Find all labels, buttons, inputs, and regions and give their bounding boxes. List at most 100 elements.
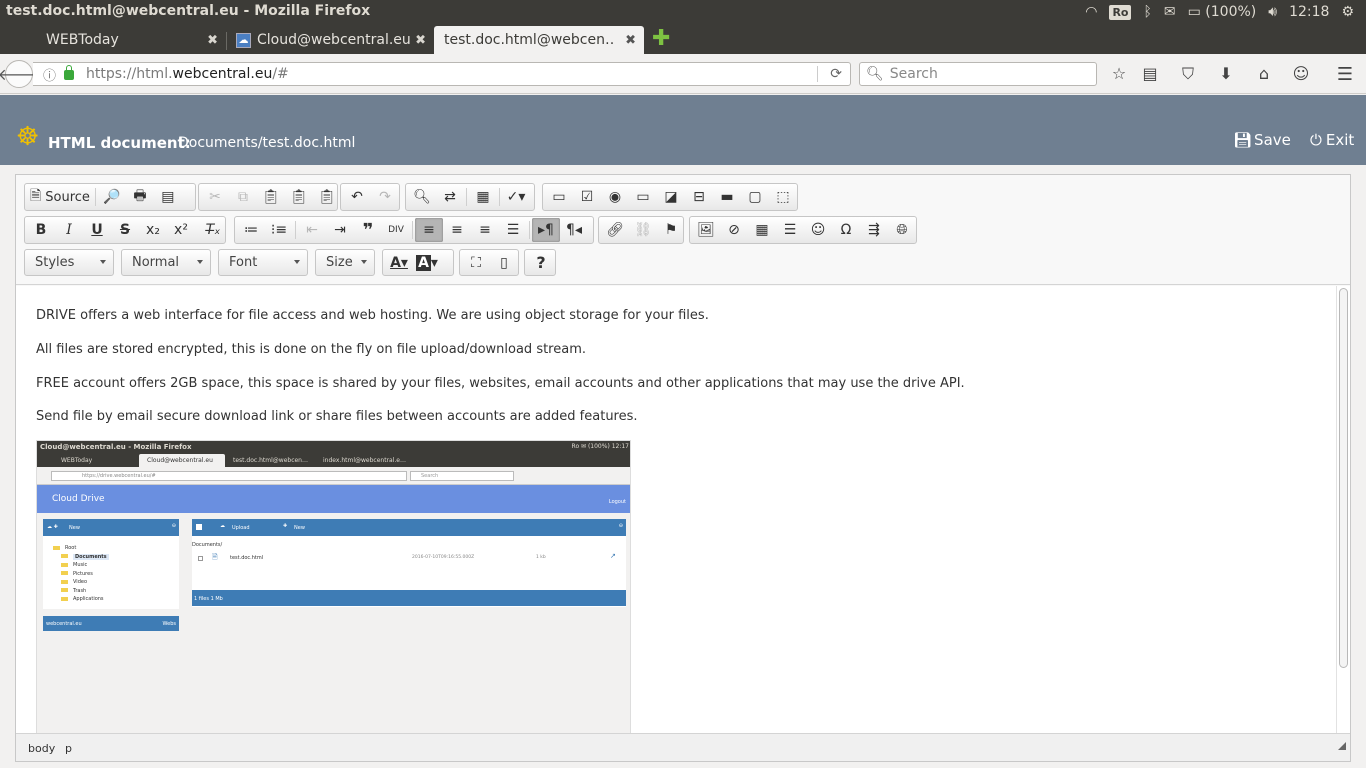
text-color-icon[interactable]: A▾ <box>385 251 413 275</box>
indent-icon[interactable]: ⇥ <box>326 218 354 242</box>
link-icon[interactable]: 🔗︎ <box>601 218 629 242</box>
help-question-icon[interactable]: ? <box>527 251 555 275</box>
format-dropdown[interactable]: Normal <box>121 249 211 276</box>
hidden-field-icon[interactable]: ⬚ <box>769 185 797 209</box>
button-field-icon[interactable]: ▬ <box>713 185 741 209</box>
styles-dropdown[interactable]: Styles <box>24 249 114 276</box>
tab-close-icon[interactable]: ✖ <box>415 33 426 48</box>
url-text[interactable]: https://html.webcentral.eu/# <box>86 66 289 82</box>
reading-list-icon[interactable]: ▤ <box>1139 64 1161 83</box>
textarea-icon[interactable]: ◪ <box>657 185 685 209</box>
download-icon[interactable]: ⬇ <box>1215 64 1237 83</box>
keyboard-layout-indicator[interactable]: Ro <box>1109 4 1132 20</box>
spellcheck-icon[interactable]: ✓▾ <box>502 185 530 209</box>
remove-format-icon[interactable]: T̶ₓ <box>199 218 227 242</box>
align-left-icon[interactable]: ≡ <box>415 218 443 242</box>
smiley-icon[interactable]: ☺ <box>804 218 832 242</box>
form-icon[interactable]: ▭ <box>545 185 573 209</box>
subscript-icon[interactable]: x₂ <box>139 218 167 242</box>
underline-icon[interactable]: U <box>83 218 111 242</box>
element-path-body[interactable]: body <box>28 742 55 755</box>
paragraph[interactable]: DRIVE offers a web interface for file ac… <box>36 308 709 323</box>
find-icon[interactable]: 🔍︎ <box>408 185 436 209</box>
volume-icon[interactable]: 🔊︎ <box>1268 4 1277 20</box>
undo-icon[interactable]: ↶ <box>343 185 371 209</box>
replace-icon[interactable]: ⇄ <box>436 185 464 209</box>
search-input[interactable]: 🔍︎ Search <box>859 62 1097 86</box>
iframe-globe-icon[interactable]: 🌐︎ <box>888 218 916 242</box>
anchor-flag-icon[interactable]: ⚑ <box>657 218 685 242</box>
select-all-icon[interactable]: ▦ <box>469 185 497 209</box>
maximize-icon[interactable]: ⛶ <box>462 251 490 275</box>
justify-icon[interactable]: ☰ <box>499 218 527 242</box>
div-container-icon[interactable]: DIV <box>382 218 410 242</box>
resize-grip-icon[interactable] <box>1338 742 1346 750</box>
mail-icon[interactable]: ✉ <box>1164 4 1176 20</box>
preview-icon[interactable]: 🔎 <box>98 185 126 209</box>
blockquote-icon[interactable]: ❞ <box>354 218 382 242</box>
new-tab-plus-icon[interactable]: ✚ <box>652 28 670 50</box>
select-field-icon[interactable]: ⊟ <box>685 185 713 209</box>
numbered-list-icon[interactable]: ≔ <box>237 218 265 242</box>
paragraph[interactable]: Send file by email secure download link … <box>36 409 638 424</box>
pocket-icon[interactable]: ⛉ <box>1177 64 1199 84</box>
paragraph[interactable]: FREE account offers 2GB space, this spac… <box>36 376 965 391</box>
flash-icon[interactable]: ⊘ <box>720 218 748 242</box>
tab-close-icon[interactable]: ✖ <box>207 33 218 48</box>
unlink-icon[interactable]: ⛓ <box>629 218 657 242</box>
bulleted-list-icon[interactable]: ⁝≡ <box>265 218 293 242</box>
save-button[interactable]: 💾︎ Save <box>1233 131 1291 149</box>
print-icon[interactable]: 🖶 <box>126 185 154 209</box>
bookmark-star-icon[interactable]: ☆ <box>1108 64 1130 83</box>
embedded-screenshot-image[interactable]: Cloud@webcentral.eu - Mozilla Firefox Ro… <box>36 440 631 733</box>
info-icon[interactable]: ⓘ <box>43 65 56 84</box>
paragraph[interactable]: All files are stored encrypted, this is … <box>36 342 586 357</box>
reload-icon[interactable]: ⟳ <box>830 66 842 82</box>
lock-icon[interactable] <box>64 65 75 80</box>
battery-indicator[interactable]: ▭ (100%) <box>1188 4 1257 20</box>
paste-word-icon[interactable]: 📋︎ <box>313 185 341 209</box>
image-button-icon[interactable]: ▢ <box>741 185 769 209</box>
font-dropdown[interactable]: Font <box>218 249 308 276</box>
radio-icon[interactable]: ◉ <box>601 185 629 209</box>
special-char-omega-icon[interactable]: Ω <box>832 218 860 242</box>
page-break-icon[interactable]: ⇶ <box>860 218 888 242</box>
horizontal-line-icon[interactable]: ☰ <box>776 218 804 242</box>
tab-test-doc[interactable]: test.doc.html@webcen… ✖ <box>434 26 644 54</box>
superscript-icon[interactable]: x² <box>167 218 195 242</box>
background-color-icon[interactable]: A ▾ <box>413 251 441 275</box>
text-direction-ltr-icon[interactable]: ▸¶ <box>532 218 560 242</box>
tab-webtoday[interactable]: WEBToday ✖ <box>14 26 226 54</box>
outdent-icon[interactable]: ⇤ <box>298 218 326 242</box>
back-arrow-icon[interactable]: 🡐 <box>0 60 40 88</box>
chat-icon[interactable]: ☺ <box>1290 64 1312 83</box>
paste-icon[interactable]: 📋︎ <box>257 185 285 209</box>
bold-icon[interactable]: B <box>27 218 55 242</box>
cut-icon[interactable]: ✂ <box>201 185 229 209</box>
tab-close-icon[interactable]: ✖ <box>625 33 636 48</box>
text-direction-rtl-icon[interactable]: ¶◂ <box>560 218 588 242</box>
wifi-icon[interactable]: ◠ <box>1085 4 1097 20</box>
hamburger-menu-icon[interactable]: ☰ <box>1334 64 1356 85</box>
bluetooth-icon[interactable]: ᛒ <box>1143 4 1151 20</box>
element-path-p[interactable]: p <box>65 742 72 755</box>
clock[interactable]: 12:18 <box>1289 4 1329 20</box>
tab-cloud[interactable]: ☁ Cloud@webcentral.eu ✖ <box>226 26 434 54</box>
editor-content-area[interactable]: DRIVE offers a web interface for file ac… <box>16 286 1336 733</box>
text-field-icon[interactable]: ▭ <box>629 185 657 209</box>
image-icon[interactable]: 🖼︎ <box>692 218 720 242</box>
source-button[interactable]: 🗎 Source <box>27 185 93 209</box>
italic-icon[interactable]: I <box>55 218 83 242</box>
redo-icon[interactable]: ↷ <box>371 185 399 209</box>
home-icon[interactable]: ⌂ <box>1253 64 1275 83</box>
url-bar[interactable]: ⓘ https://html.webcentral.eu/# ⟳ <box>33 62 851 86</box>
settings-gear-icon[interactable]: ⚙ <box>1341 4 1354 20</box>
scrollbar-thumb[interactable] <box>1339 288 1348 668</box>
align-center-icon[interactable]: ≡ <box>443 218 471 242</box>
checkbox-icon[interactable]: ☑ <box>573 185 601 209</box>
content-scrollbar[interactable] <box>1336 286 1350 733</box>
show-blocks-icon[interactable]: ▯ <box>490 251 518 275</box>
copy-icon[interactable]: ⧉ <box>229 185 257 209</box>
paste-text-icon[interactable]: 📋︎ <box>285 185 313 209</box>
size-dropdown[interactable]: Size <box>315 249 375 276</box>
